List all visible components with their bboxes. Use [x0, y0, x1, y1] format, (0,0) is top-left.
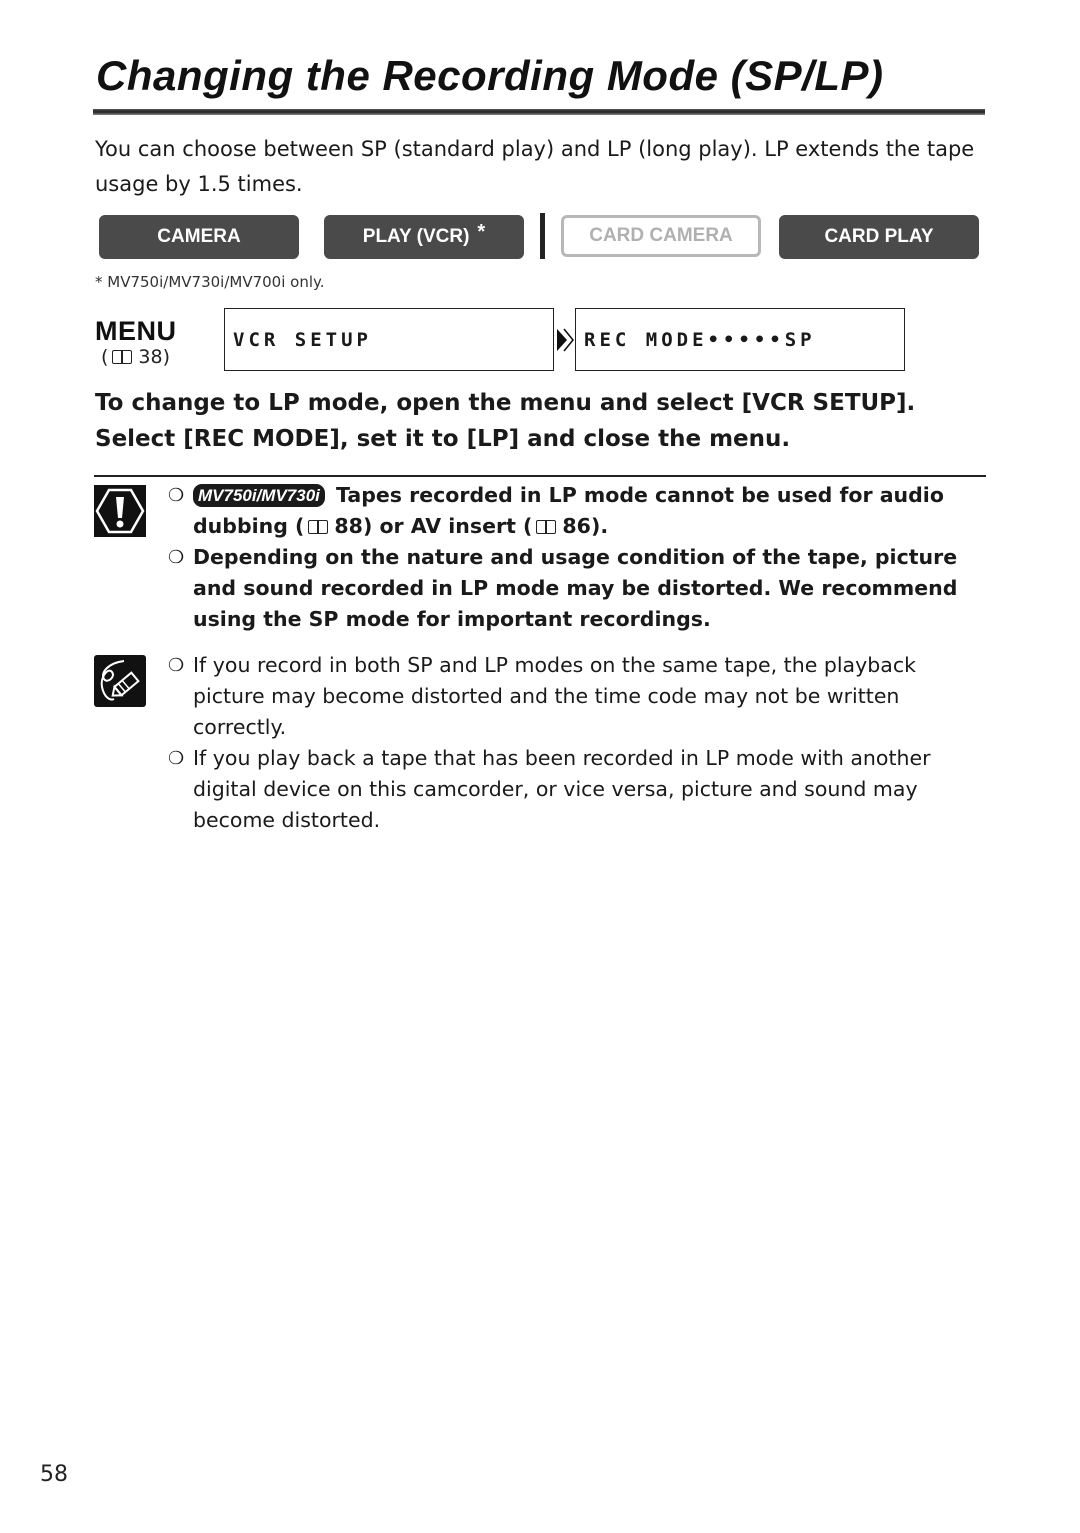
- book-icon: [308, 520, 329, 534]
- section-divider: [94, 475, 986, 477]
- list-item: ❍ If you play back a tape that has been …: [168, 743, 983, 836]
- mode-card-camera: CARD CAMERA: [561, 215, 761, 257]
- list-item: ❍ MV750i/MV730i Tapes recorded in LP mod…: [168, 480, 983, 542]
- bullet-icon: ❍: [168, 485, 185, 506]
- intro-text: You can choose between SP (standard play…: [95, 137, 975, 196]
- menu-box-vcr-setup: VCR SETUP: [224, 308, 554, 371]
- book-icon: [536, 520, 557, 534]
- model-badge: MV750i/MV730i: [193, 484, 325, 507]
- caution-list: ❍ MV750i/MV730i Tapes recorded in LP mod…: [168, 480, 983, 635]
- mode-label: CARD PLAY: [824, 226, 934, 247]
- mode-play-vcr: PLAY (VCR) *: [324, 215, 524, 259]
- mode-label: CAMERA: [157, 226, 241, 247]
- footnote: * MV750i/MV730i/MV700i only.: [95, 273, 325, 291]
- bullet-icon: ❍: [168, 655, 185, 676]
- pencil-note-icon: [94, 655, 146, 707]
- page-title: Changing the Recording Mode (SP/LP): [96, 52, 884, 99]
- menu-label: MENU: [95, 316, 177, 346]
- book-icon: [112, 350, 133, 364]
- mode-label: CARD CAMERA: [589, 225, 733, 246]
- menu-page-reference: (38): [101, 346, 171, 368]
- operating-modes: CAMERA PLAY (VCR) * CARD CAMERA CARD PLA…: [99, 213, 979, 259]
- notes-list: ❍ If you record in both SP and LP modes …: [168, 650, 983, 836]
- mode-card-play: CARD PLAY: [779, 215, 979, 259]
- double-arrow-icon: [557, 328, 574, 352]
- title-underline: [93, 109, 985, 115]
- footnote-marker: *: [477, 220, 486, 243]
- menu-box-rec-mode: REC MODE•••••SP: [575, 308, 905, 371]
- page-number: 58: [40, 1462, 68, 1487]
- mode-separator: [540, 213, 545, 259]
- instruction-text: To change to LP mode, open the menu and …: [95, 390, 916, 452]
- bullet-icon: ❍: [168, 547, 185, 568]
- mode-label: PLAY (VCR): [362, 226, 470, 247]
- bullet-icon: ❍: [168, 748, 185, 769]
- mode-camera: CAMERA: [99, 215, 299, 259]
- list-item: ❍ Depending on the nature and usage cond…: [168, 542, 983, 635]
- list-item: ❍ If you record in both SP and LP modes …: [168, 650, 983, 743]
- caution-icon: [94, 485, 146, 537]
